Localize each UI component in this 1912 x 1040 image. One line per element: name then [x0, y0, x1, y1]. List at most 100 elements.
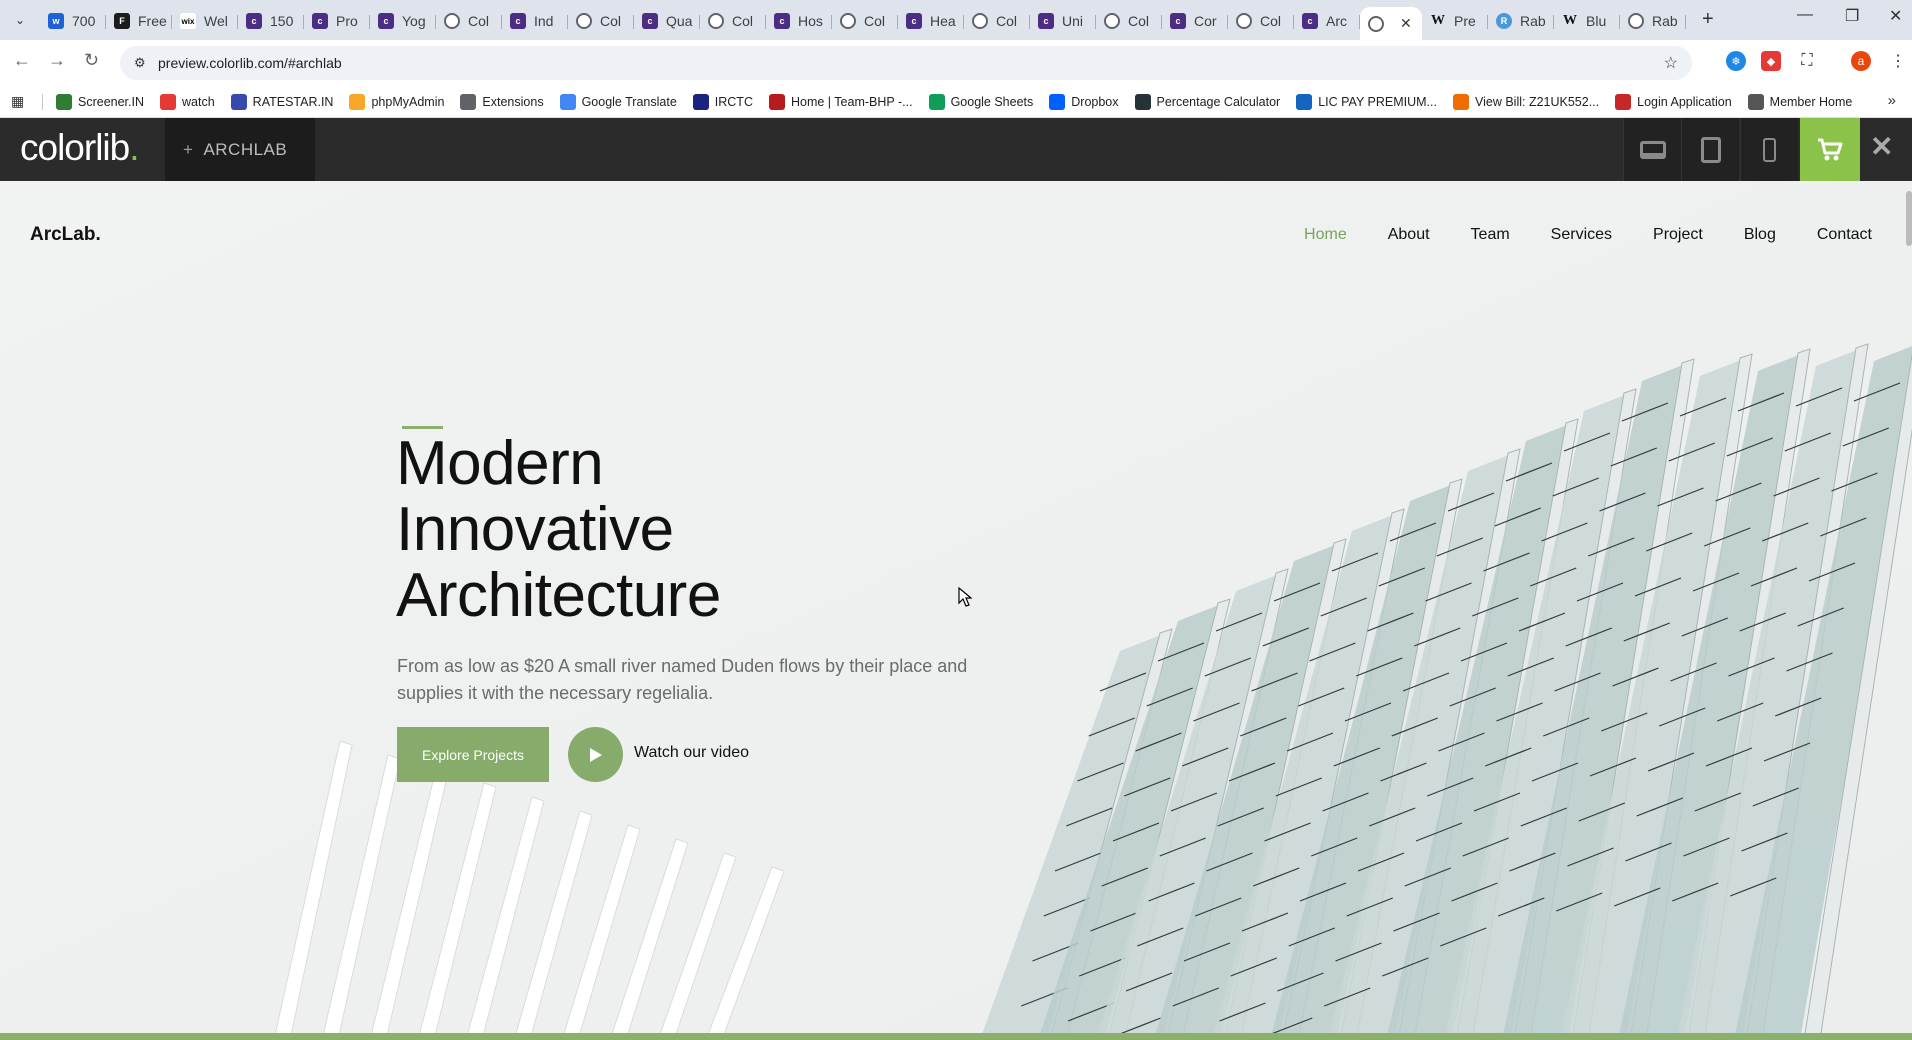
mouse-cursor-icon — [958, 587, 972, 607]
browser-tab[interactable]: c Uni — [1030, 7, 1096, 35]
extension-icon-1[interactable]: ❄ — [1726, 51, 1746, 71]
bookmark-item[interactable]: Extensions — [460, 93, 544, 110]
hero-title-line-3: Architecture — [396, 561, 721, 630]
browser-tab[interactable]: W Blu — [1554, 7, 1620, 35]
address-bar[interactable]: ⚙ preview.colorlib.com/#archlab ☆ — [120, 46, 1692, 80]
bookmark-star-icon[interactable]: ☆ — [1664, 53, 1678, 73]
bookmark-label: Screener.IN — [78, 94, 145, 109]
bookmark-item[interactable]: IRCTC — [692, 93, 753, 110]
bookmark-item[interactable]: Percentage Calculator — [1134, 93, 1280, 110]
bookmark-label: Home | Team-BHP -... — [790, 94, 913, 109]
nav-link-about[interactable]: About — [1388, 226, 1430, 244]
browser-menu-icon[interactable]: ⋮ — [1888, 51, 1908, 71]
tab-title: Pro — [336, 13, 358, 29]
bookmark-favicon-icon — [1452, 93, 1469, 110]
minimize-icon[interactable]: — — [1797, 6, 1813, 24]
nav-link-blog[interactable]: Blog — [1744, 226, 1776, 244]
bookmark-item[interactable]: View Bill: Z21UK552... — [1452, 93, 1599, 110]
tab-search-chevron-icon[interactable]: ⌄ — [8, 8, 32, 32]
site-navigation: Home About Team Services Project Blog Contact — [1304, 226, 1872, 244]
close-preview-icon[interactable]: ✕ — [1870, 130, 1893, 163]
extensions-puzzle-icon[interactable]: ⛶ — [1797, 51, 1817, 71]
bookmark-item[interactable]: Google Translate — [559, 93, 677, 110]
bookmark-favicon-icon — [349, 93, 366, 110]
browser-tab[interactable]: c Cor — [1162, 7, 1228, 35]
browser-tab[interactable]: c Ind — [502, 7, 568, 35]
reload-icon[interactable]: ↻ — [84, 50, 99, 71]
apps-grid-icon[interactable]: ▦ — [11, 93, 24, 110]
nav-link-team[interactable]: Team — [1471, 226, 1510, 244]
watch-video-link[interactable]: Watch our video — [634, 744, 749, 762]
tab-title: Col — [468, 13, 490, 29]
browser-tab[interactable]: Col — [436, 7, 502, 35]
tab-favicon-icon: c — [312, 13, 328, 29]
bookmark-item[interactable]: Home | Team-BHP -... — [768, 93, 913, 110]
browser-tab[interactable]: Col — [1228, 7, 1294, 35]
back-arrow-icon[interactable]: ← — [13, 50, 31, 71]
mobile-view-button[interactable] — [1740, 118, 1798, 181]
tab-close-icon[interactable]: ✕ — [1400, 15, 1412, 32]
browser-tab[interactable]: Col — [832, 7, 898, 35]
colorlib-logo-text: colorlib — [20, 127, 130, 168]
bookmark-item[interactable]: Screener.IN — [56, 93, 145, 110]
bookmark-item[interactable]: watch — [160, 93, 215, 110]
browser-tab[interactable]: Rab — [1620, 7, 1686, 35]
browser-tab[interactable]: c Hos — [766, 7, 832, 35]
explore-projects-button[interactable]: Explore Projects — [397, 727, 549, 782]
tab-title: Free — [138, 13, 167, 29]
url-text[interactable]: preview.colorlib.com/#archlab — [158, 55, 342, 71]
site-logo[interactable]: ArcLab. — [30, 224, 101, 246]
window-close-icon[interactable]: ✕ — [1889, 6, 1902, 26]
hero-title-line-2: Innovative — [396, 495, 674, 564]
tab-title: Qua — [666, 13, 693, 29]
browser-tab[interactable]: c 150 — [238, 7, 304, 35]
tab-title: Uni — [1062, 13, 1084, 29]
site-info-icon[interactable]: ⚙ — [134, 55, 146, 71]
browser-tab[interactable]: c Arc — [1294, 7, 1360, 35]
cart-button[interactable] — [1800, 118, 1860, 181]
new-tab-plus-icon[interactable]: + — [1702, 8, 1714, 31]
page-scrollbar-thumb[interactable] — [1906, 191, 1912, 246]
nav-link-project[interactable]: Project — [1653, 226, 1703, 244]
tab-title: Wel — [204, 13, 228, 29]
extension-shield-icon[interactable]: ◆ — [1761, 51, 1781, 71]
nav-link-services[interactable]: Services — [1551, 226, 1612, 244]
browser-tab[interactable]: w 700 — [40, 7, 106, 35]
active-tab[interactable]: ✕ — [1360, 7, 1422, 40]
browser-tab[interactable]: c Yog — [370, 7, 436, 35]
browser-tab[interactable]: W Pre — [1422, 7, 1488, 35]
nav-link-home[interactable]: Home — [1304, 226, 1347, 244]
bookmark-item[interactable]: phpMyAdmin — [349, 93, 444, 110]
browser-tab[interactable]: Col — [964, 7, 1030, 35]
restore-icon[interactable]: ❐ — [1845, 6, 1859, 26]
colorlib-logo[interactable]: colorlib. — [20, 127, 140, 169]
forward-arrow-icon[interactable]: → — [48, 50, 66, 71]
browser-tab[interactable]: wix Wel — [172, 7, 238, 35]
more-bookmarks-icon[interactable]: » — [1888, 92, 1896, 109]
browser-tab[interactable]: R Rab — [1488, 7, 1554, 35]
bookmark-item[interactable]: LIC PAY PREMIUM... — [1296, 93, 1437, 110]
bookmark-item[interactable]: Dropbox — [1049, 93, 1119, 110]
tab-favicon-icon: W — [1563, 13, 1577, 28]
bookmark-item[interactable]: Login Application — [1615, 93, 1732, 110]
desktop-view-button[interactable] — [1623, 118, 1681, 181]
bookmark-label: IRCTC — [714, 94, 753, 109]
bookmark-item[interactable]: RATESTAR.IN — [230, 93, 333, 110]
bookmark-item[interactable]: Google Sheets — [928, 93, 1033, 110]
browser-tab[interactable]: Col — [568, 7, 634, 35]
browser-tab[interactable]: c Pro — [304, 7, 370, 35]
nav-link-contact[interactable]: Contact — [1817, 226, 1872, 244]
play-video-button[interactable] — [568, 727, 623, 782]
browser-tab[interactable]: c Qua — [634, 7, 700, 35]
browser-tab[interactable]: F Free — [106, 7, 172, 35]
browser-tab[interactable]: c Hea — [898, 7, 964, 35]
profile-avatar[interactable]: a — [1851, 51, 1871, 71]
theme-selector[interactable]: + ARCHLAB — [165, 118, 315, 181]
browser-tab[interactable]: Col — [1096, 7, 1162, 35]
bookmark-item[interactable]: Member Home — [1747, 93, 1852, 110]
tab-favicon-icon: c — [378, 13, 394, 29]
browser-toolbar: ← → ↻ ⚙ preview.colorlib.com/#archlab ☆ … — [0, 40, 1912, 85]
browser-tab[interactable]: Col — [700, 7, 766, 35]
tab-favicon-icon: F — [114, 13, 130, 29]
tablet-view-button[interactable] — [1681, 118, 1739, 181]
